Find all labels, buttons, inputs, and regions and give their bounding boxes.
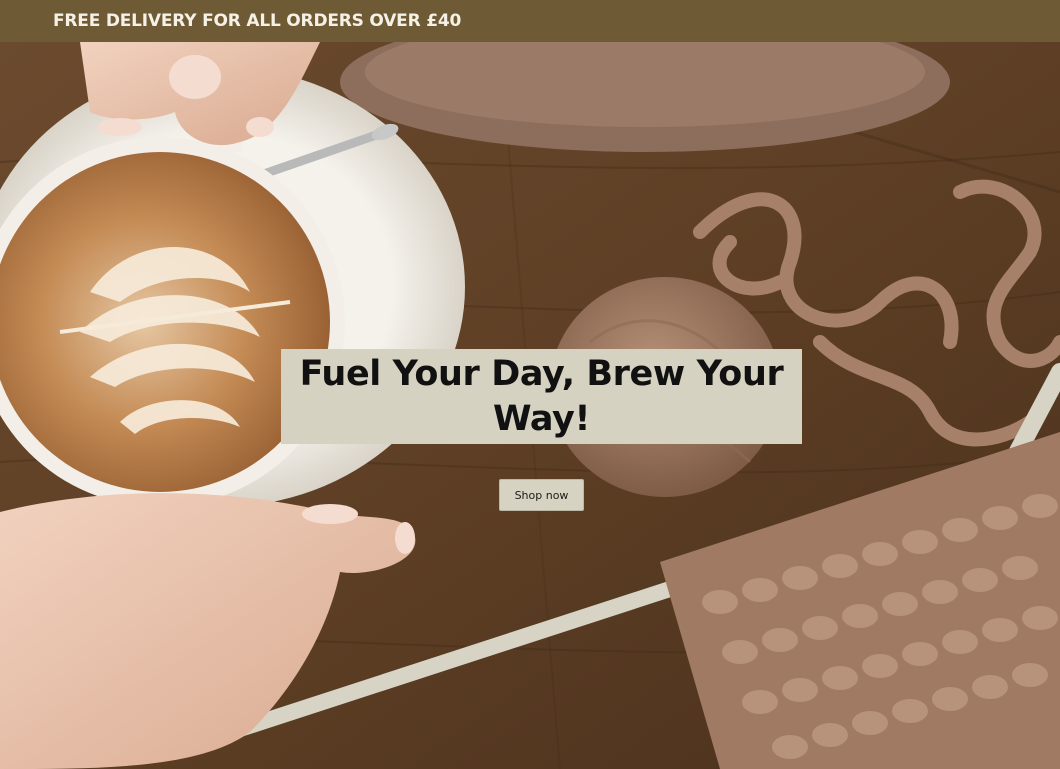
announcement-text: FREE DELIVERY FOR ALL ORDERS OVER £40 xyxy=(53,11,462,31)
hero-headline-box: Fuel Your Day, Brew Your Way! xyxy=(281,349,802,444)
shop-now-button[interactable]: Shop now xyxy=(499,479,584,511)
hero-banner: Fuel Your Day, Brew Your Way! Shop now xyxy=(0,42,1060,769)
hero-headline: Fuel Your Day, Brew Your Way! xyxy=(299,353,784,439)
announcement-bar: FREE DELIVERY FOR ALL ORDERS OVER £40 xyxy=(0,0,1060,42)
